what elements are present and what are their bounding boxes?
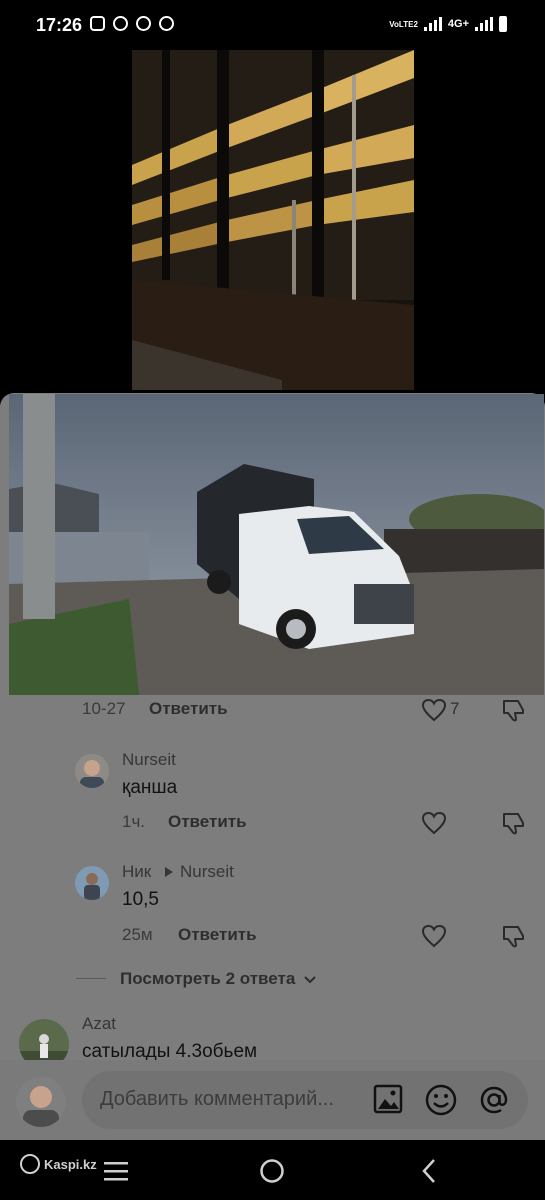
network-label: 4G+ bbox=[447, 18, 469, 30]
view-replies-label: Посмотреть 2 ответа bbox=[120, 969, 296, 988]
comment-username[interactable]: Nurseit bbox=[122, 750, 176, 770]
heart-icon[interactable] bbox=[421, 924, 447, 948]
battery-icon bbox=[499, 16, 507, 32]
threads-icon bbox=[113, 16, 128, 31]
like-count: 7 bbox=[450, 699, 460, 718]
instagram-icon bbox=[90, 16, 105, 31]
comment-timestamp: 10-27 bbox=[82, 699, 126, 718]
dislike-icon[interactable] bbox=[500, 698, 526, 722]
comment-image[interactable] bbox=[9, 394, 544, 695]
reply-arrow-icon bbox=[165, 867, 173, 877]
heart-icon[interactable] bbox=[421, 811, 447, 835]
mention-icon[interactable] bbox=[477, 1083, 511, 1117]
kaspi-logo-icon bbox=[20, 1154, 40, 1174]
reply-button[interactable]: Ответить bbox=[168, 812, 247, 832]
reply-button[interactable]: Ответить bbox=[149, 699, 228, 719]
comment-input[interactable]: Добавить комментарий... bbox=[82, 1071, 528, 1129]
back-icon[interactable] bbox=[420, 1158, 438, 1184]
heart-icon[interactable] bbox=[421, 698, 447, 722]
comment-username[interactable]: Azat bbox=[82, 1014, 116, 1034]
my-avatar bbox=[16, 1077, 66, 1127]
comment-input-placeholder: Добавить комментарий... bbox=[100, 1088, 334, 1110]
reply-to-username[interactable]: Nurseit bbox=[180, 862, 234, 882]
view-replies-button[interactable]: Посмотреть 2 ответа bbox=[120, 969, 316, 989]
status-right: VoLTE2 4G+ bbox=[389, 16, 507, 32]
avatar[interactable] bbox=[75, 866, 109, 900]
image-icon[interactable] bbox=[372, 1083, 406, 1117]
watermark: Kaspi.kz bbox=[20, 1154, 97, 1174]
chevron-down-icon bbox=[304, 975, 316, 983]
whatsapp-icon bbox=[159, 16, 174, 31]
status-bar: 17:26 VoLTE2 4G+ bbox=[0, 0, 545, 50]
divider bbox=[76, 978, 106, 979]
home-icon[interactable] bbox=[259, 1158, 285, 1184]
comment-timestamp: 25м bbox=[122, 925, 153, 944]
volte-label: VoLTE2 bbox=[389, 19, 418, 29]
status-time: 17:26 bbox=[36, 15, 83, 35]
signal-icon bbox=[423, 17, 442, 31]
recents-icon[interactable] bbox=[103, 1160, 129, 1182]
emoji-icon[interactable] bbox=[424, 1083, 458, 1117]
reply-button[interactable]: Ответить bbox=[178, 925, 257, 945]
comment-text: қанша bbox=[122, 777, 178, 798]
video-frame-image bbox=[132, 50, 414, 390]
notification-icons bbox=[90, 16, 174, 31]
comment-username[interactable]: Ник bbox=[122, 862, 151, 882]
comment-timestamp: 1ч. bbox=[122, 812, 146, 831]
comment-text: 10,5 bbox=[122, 889, 159, 910]
dislike-icon[interactable] bbox=[500, 811, 526, 835]
signal-icon-2 bbox=[475, 17, 493, 31]
avatar[interactable] bbox=[75, 754, 109, 788]
dislike-icon[interactable] bbox=[500, 924, 526, 948]
app-icon bbox=[136, 16, 151, 31]
watermark-label: Kaspi.kz bbox=[44, 1156, 97, 1172]
